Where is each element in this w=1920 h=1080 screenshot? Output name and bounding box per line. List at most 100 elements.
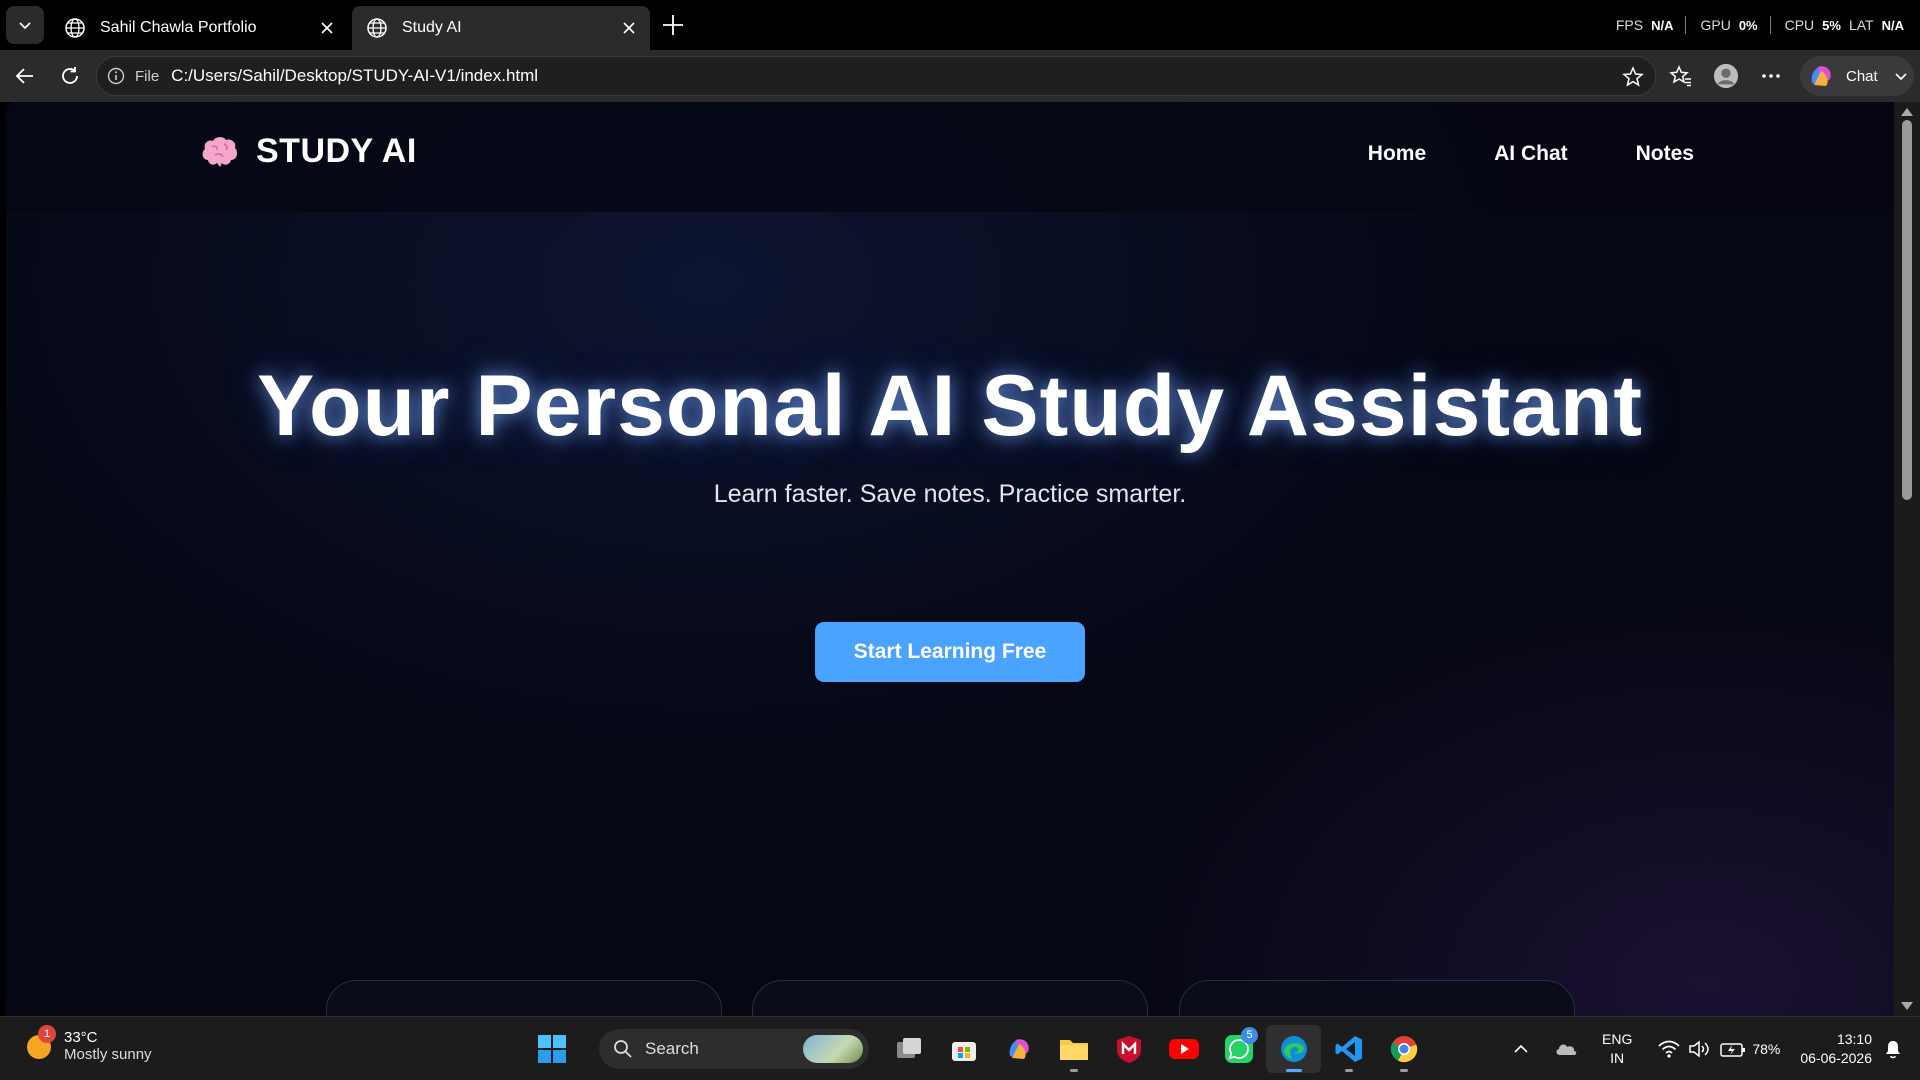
weather-temp: 33°C	[64, 1029, 98, 1046]
page-scrollbar[interactable]	[1894, 102, 1920, 1016]
info-icon[interactable]	[107, 67, 125, 85]
mcafee-app[interactable]	[1101, 1025, 1156, 1073]
wifi-icon[interactable]	[1658, 1040, 1680, 1058]
clock[interactable]: 13:10 06-06-2026	[1800, 1030, 1872, 1068]
nav-notes[interactable]: Notes	[1636, 142, 1694, 166]
task-view-icon	[896, 1038, 921, 1058]
task-view-button[interactable]	[881, 1025, 936, 1073]
chevron-down-icon	[19, 22, 31, 30]
feature-card[interactable]	[326, 980, 722, 1016]
cpu-value: 5%	[1822, 17, 1841, 33]
language-line1: ENG	[1602, 1031, 1633, 1047]
weather-widget[interactable]: 1 33°C Mostly sunny	[24, 1025, 152, 1063]
address-bar[interactable]: File C:/Users/Sahil/Desktop/STUDY-AI-V1/…	[96, 56, 1656, 96]
tab-study-ai[interactable]: Study AI	[352, 6, 650, 50]
taskbar-search[interactable]: Search	[599, 1029, 869, 1069]
refresh-icon	[62, 67, 78, 84]
feature-card[interactable]	[1179, 980, 1575, 1016]
globe-icon	[65, 18, 85, 38]
language-indicator[interactable]: ENG IN	[1602, 1030, 1632, 1068]
copilot-chat-button[interactable]: Chat	[1800, 56, 1914, 96]
edge-icon	[1280, 1036, 1307, 1062]
divider	[1769, 16, 1771, 34]
language-line2: IN	[1610, 1050, 1625, 1066]
chevron-up-icon[interactable]	[1512, 1040, 1530, 1058]
file-explorer-app[interactable]	[1046, 1025, 1101, 1073]
onedrive-cloud-icon[interactable]	[1554, 1040, 1578, 1058]
vscode-icon	[1335, 1036, 1362, 1062]
search-icon	[614, 1040, 632, 1058]
start-button[interactable]	[524, 1025, 579, 1073]
hero-subtitle: Learn faster. Save notes. Practice smart…	[713, 480, 1187, 508]
profile-button[interactable]	[1713, 63, 1739, 89]
arrow-left-icon	[15, 68, 33, 84]
youtube-icon	[1168, 1039, 1199, 1059]
gpu-value: 0%	[1738, 17, 1758, 33]
fps-label: FPS	[1615, 17, 1644, 33]
running-indicator	[1400, 1069, 1408, 1072]
vscode-app[interactable]	[1321, 1025, 1376, 1073]
url-text[interactable]: C:/Users/Sahil/Desktop/STUDY-AI-V1/index…	[171, 66, 538, 86]
notification-bell-icon[interactable]	[1884, 1039, 1902, 1059]
scroll-down-arrow-icon[interactable]	[1901, 1002, 1913, 1010]
favorites-button[interactable]	[1668, 63, 1694, 89]
weather-badge: 1	[38, 1025, 56, 1043]
copilot-icon	[1811, 66, 1831, 86]
whatsapp-app[interactable]: 5	[1211, 1025, 1266, 1073]
volume-icon[interactable]	[1688, 1040, 1710, 1058]
more-options-button[interactable]	[1758, 63, 1784, 89]
clock-date: 06-06-2026	[1800, 1050, 1872, 1066]
refresh-button[interactable]	[57, 63, 83, 89]
performance-overlay: FPS N/A GPU 0% CPU 5% LAT N/A	[1602, 16, 1904, 34]
store-icon	[951, 1042, 976, 1061]
site-logo[interactable]: STUDY AI	[200, 132, 417, 171]
running-indicator	[1070, 1069, 1078, 1072]
clock-time: 13:10	[1836, 1031, 1872, 1047]
notification-badge: 5	[1241, 1027, 1258, 1044]
copilot-app[interactable]	[991, 1025, 1046, 1073]
tab-actions-button[interactable]	[6, 6, 44, 44]
brain-icon	[202, 136, 238, 167]
running-indicator	[1345, 1069, 1353, 1072]
tab-bar: Sahil Chawla Portfolio Study AI FPS N/A …	[0, 0, 1920, 50]
site-navbar: STUDY AI Home AI Chat Notes	[6, 102, 1894, 212]
close-icon[interactable]	[620, 19, 638, 37]
divider	[1685, 16, 1687, 34]
back-button[interactable]	[12, 63, 38, 89]
close-icon[interactable]	[318, 19, 336, 37]
globe-icon	[367, 18, 387, 38]
page-viewport: STUDY AI Home AI Chat Notes Your Persona…	[6, 102, 1894, 1016]
nav-links: Home AI Chat Notes	[1368, 142, 1694, 166]
taskbar-apps: Search 5	[524, 1025, 1431, 1073]
scrollbar-thumb[interactable]	[1902, 120, 1912, 500]
new-tab-plus-icon[interactable]	[660, 12, 686, 38]
tab-portfolio[interactable]: Sahil Chawla Portfolio	[50, 6, 348, 50]
lat-label: LAT	[1848, 17, 1874, 33]
chrome-app[interactable]	[1376, 1025, 1431, 1073]
youtube-app[interactable]	[1156, 1025, 1211, 1073]
battery-percent: 78%	[1752, 1041, 1781, 1057]
scheme-label: File	[135, 67, 160, 85]
feature-card[interactable]	[752, 980, 1148, 1016]
fps-value: N/A	[1651, 17, 1674, 33]
chevron-down-icon	[1895, 73, 1907, 81]
edge-app[interactable]	[1266, 1025, 1321, 1073]
start-learning-button[interactable]: Start Learning Free	[815, 622, 1085, 682]
star-icon[interactable]	[1621, 65, 1645, 89]
microsoft-store-app[interactable]	[936, 1025, 991, 1073]
windows-logo-icon	[537, 1035, 566, 1063]
avatar-icon	[1713, 63, 1739, 89]
running-indicator	[1286, 1069, 1302, 1072]
nav-ai-chat[interactable]: AI Chat	[1494, 142, 1568, 166]
weather-sun-icon: 1	[24, 1025, 56, 1061]
nav-home[interactable]: Home	[1368, 142, 1426, 166]
screen: Sahil Chawla Portfolio Study AI FPS N/A …	[0, 0, 1920, 1080]
gpu-label: GPU	[1700, 17, 1731, 33]
brand-name: STUDY AI	[256, 132, 417, 170]
weather-desc: Mostly sunny	[64, 1046, 152, 1063]
battery-charging-icon[interactable]	[1720, 1040, 1746, 1058]
copilot-icon	[1009, 1039, 1029, 1059]
search-label: Search	[645, 1039, 699, 1058]
scroll-up-arrow-icon[interactable]	[1901, 108, 1913, 116]
search-highlight-image	[803, 1035, 863, 1063]
